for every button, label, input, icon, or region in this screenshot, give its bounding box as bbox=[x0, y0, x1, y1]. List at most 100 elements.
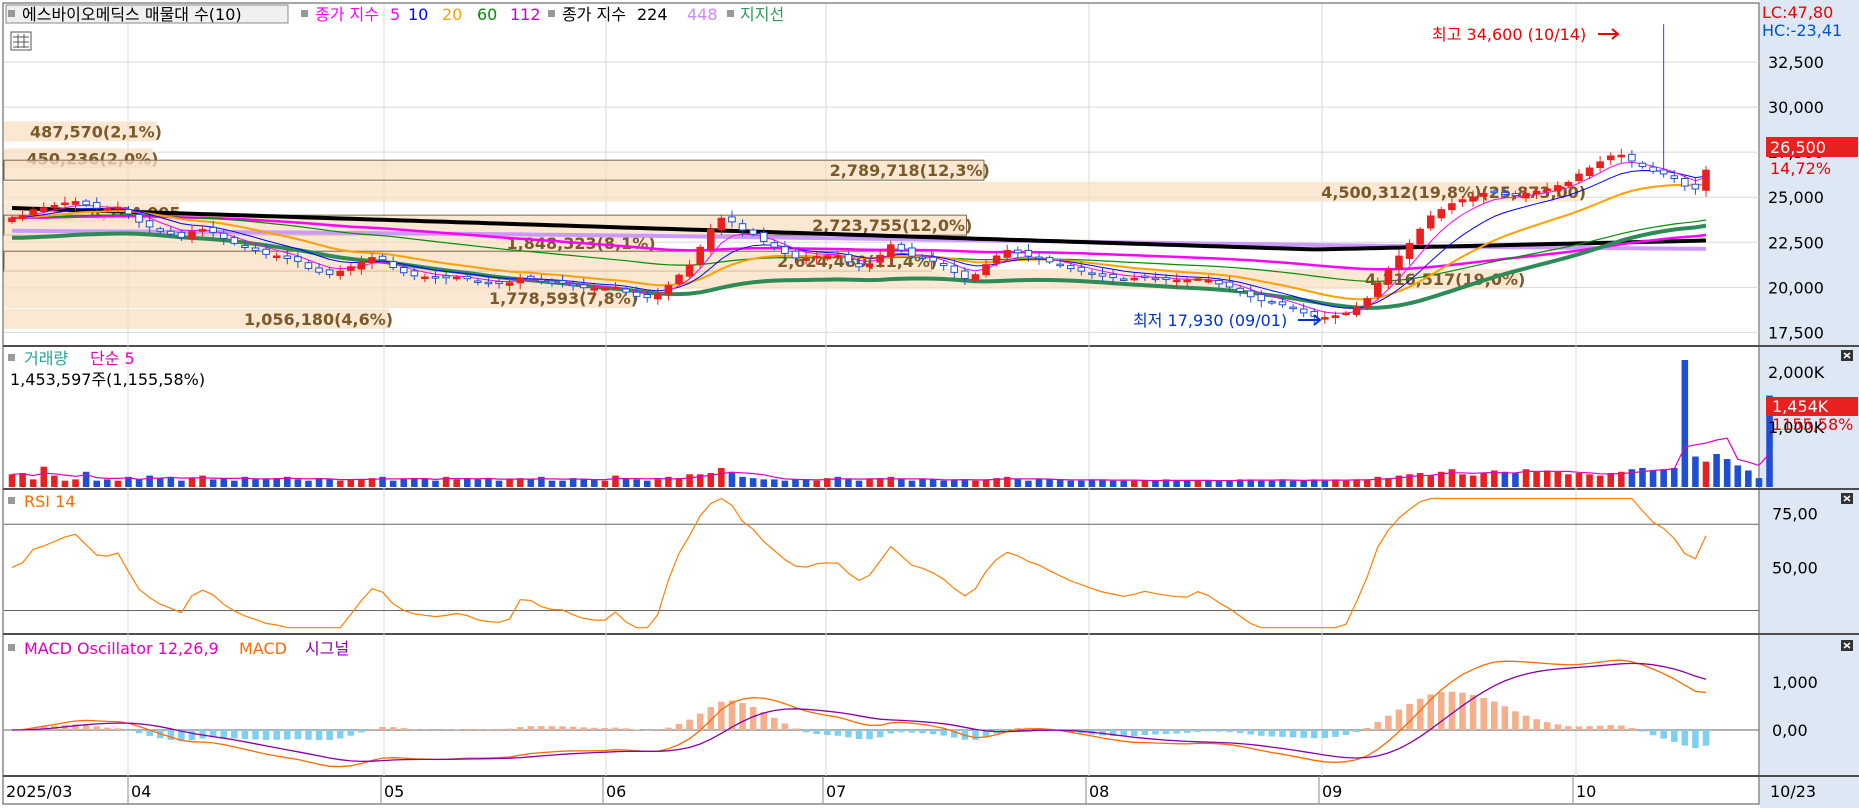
candle-body bbox=[1469, 196, 1477, 202]
volume-bar bbox=[739, 476, 746, 487]
legend-ma-20: 20 bbox=[442, 5, 462, 24]
volume-bar bbox=[1300, 480, 1307, 487]
candle-body bbox=[918, 256, 927, 260]
macd-osc-bar bbox=[1194, 730, 1202, 732]
candle-body bbox=[802, 258, 810, 261]
candle-body bbox=[188, 231, 196, 240]
candle-body bbox=[1691, 183, 1700, 190]
volume-bar bbox=[961, 479, 969, 487]
volume-close-icon[interactable] bbox=[1841, 350, 1853, 361]
candle-body bbox=[71, 201, 80, 205]
legend-ma-10: 10 bbox=[408, 5, 428, 24]
volume-bar bbox=[231, 480, 238, 487]
volume-bar bbox=[866, 479, 873, 487]
candle-body bbox=[156, 228, 165, 232]
x-axis-label: 04 bbox=[131, 782, 151, 801]
volume-bar bbox=[294, 479, 302, 487]
candle-body bbox=[939, 262, 948, 267]
volume-bar bbox=[19, 473, 26, 487]
candle-body bbox=[1119, 278, 1128, 281]
price-tick-label: 32,500 bbox=[1768, 53, 1824, 72]
candle-body bbox=[1501, 192, 1509, 196]
profile-label: 1,056,180(4,6%) bbox=[244, 310, 393, 329]
macd-osc-bar bbox=[1628, 727, 1636, 730]
candle-body bbox=[283, 255, 292, 259]
macd-osc-bar bbox=[273, 730, 280, 740]
candle-body bbox=[1024, 249, 1033, 257]
candle-body bbox=[1172, 279, 1181, 283]
candle-body bbox=[1670, 175, 1679, 179]
macd-osc-bar bbox=[1490, 701, 1498, 730]
volume-bar bbox=[1194, 480, 1202, 487]
volume-bar bbox=[982, 479, 990, 487]
low-annotation: 최저 17,930 (09/01) bbox=[1133, 311, 1287, 330]
macd-osc-bar bbox=[813, 730, 820, 735]
volume-bar bbox=[1321, 480, 1329, 487]
macd-osc-bar bbox=[919, 730, 926, 734]
macd-osc-bar bbox=[1681, 730, 1689, 746]
macd-osc-bar bbox=[591, 727, 598, 730]
macd-osc-bar bbox=[294, 730, 302, 740]
volume-bar bbox=[1501, 471, 1509, 487]
chart-frame bbox=[2, 2, 1760, 805]
macd-osc-bar bbox=[866, 730, 873, 740]
macd-osc-bar bbox=[1565, 726, 1572, 730]
macd-osc-bar bbox=[1130, 730, 1138, 737]
signal-label: 시그널 bbox=[305, 639, 349, 658]
macd-osc-bar bbox=[315, 730, 323, 741]
volume-bar bbox=[199, 475, 206, 487]
candle-body bbox=[1352, 306, 1361, 315]
price-tick-label: 17,500 bbox=[1768, 323, 1824, 342]
candle-body bbox=[357, 261, 366, 270]
volume-bar bbox=[209, 479, 217, 487]
volume-bar bbox=[1448, 469, 1456, 487]
macd-osc-bar bbox=[548, 726, 556, 730]
macd-osc-bar bbox=[612, 727, 619, 730]
volume-bar bbox=[622, 478, 630, 487]
volume-bar bbox=[453, 479, 460, 487]
macd-osc-bar bbox=[792, 728, 799, 730]
volume-bar bbox=[718, 467, 725, 487]
macd-osc-bar bbox=[1660, 730, 1667, 739]
macd-osc-bar bbox=[929, 730, 937, 735]
candle-body bbox=[865, 263, 874, 268]
candle-body bbox=[1384, 269, 1393, 285]
volume-bar bbox=[262, 479, 270, 487]
volume-bar bbox=[135, 479, 143, 487]
volume-bar bbox=[591, 479, 598, 487]
volume-bar bbox=[1628, 469, 1636, 487]
rsi-close-icon[interactable] bbox=[1841, 493, 1853, 504]
candle-body bbox=[484, 281, 493, 285]
candle-body bbox=[1659, 169, 1668, 175]
macd-close-icon[interactable] bbox=[1841, 640, 1853, 651]
volume-badge-pct: 1155,58% bbox=[1772, 415, 1853, 434]
candle-body bbox=[569, 283, 577, 287]
volume-bar bbox=[728, 471, 736, 487]
candle-body bbox=[728, 216, 736, 223]
candle-body bbox=[1077, 266, 1086, 272]
volume-bar bbox=[781, 480, 789, 487]
legend-stock-name: 에스바이오메딕스 매물대 수(10) bbox=[22, 5, 242, 24]
volume-bar bbox=[1046, 479, 1053, 487]
macd-osc-bar bbox=[1279, 730, 1286, 737]
volume-bar bbox=[1268, 480, 1276, 487]
volume-bar bbox=[908, 480, 916, 487]
volume-bar bbox=[601, 480, 609, 487]
candle-body bbox=[1098, 273, 1107, 277]
candle-body bbox=[548, 280, 556, 284]
volume-bar bbox=[336, 480, 344, 487]
candle-body bbox=[590, 288, 599, 291]
candle-body bbox=[1511, 193, 1520, 197]
price-tick-label: 20,000 bbox=[1768, 278, 1824, 297]
candle-body bbox=[1257, 293, 1266, 302]
stock-chart[interactable]: 487,570(2,1%)450,236(2,0%)2,789,718(12,3… bbox=[0, 0, 1859, 808]
macd-osc-bar bbox=[400, 728, 408, 730]
candle-body bbox=[601, 288, 609, 291]
candle-body bbox=[834, 255, 842, 258]
candle-body bbox=[1342, 312, 1350, 316]
volume-bar bbox=[1670, 467, 1678, 487]
candle-body bbox=[706, 228, 715, 251]
macd-osc-bar bbox=[1247, 730, 1255, 735]
macd-osc-bar bbox=[389, 727, 397, 730]
candle-body bbox=[61, 202, 69, 205]
